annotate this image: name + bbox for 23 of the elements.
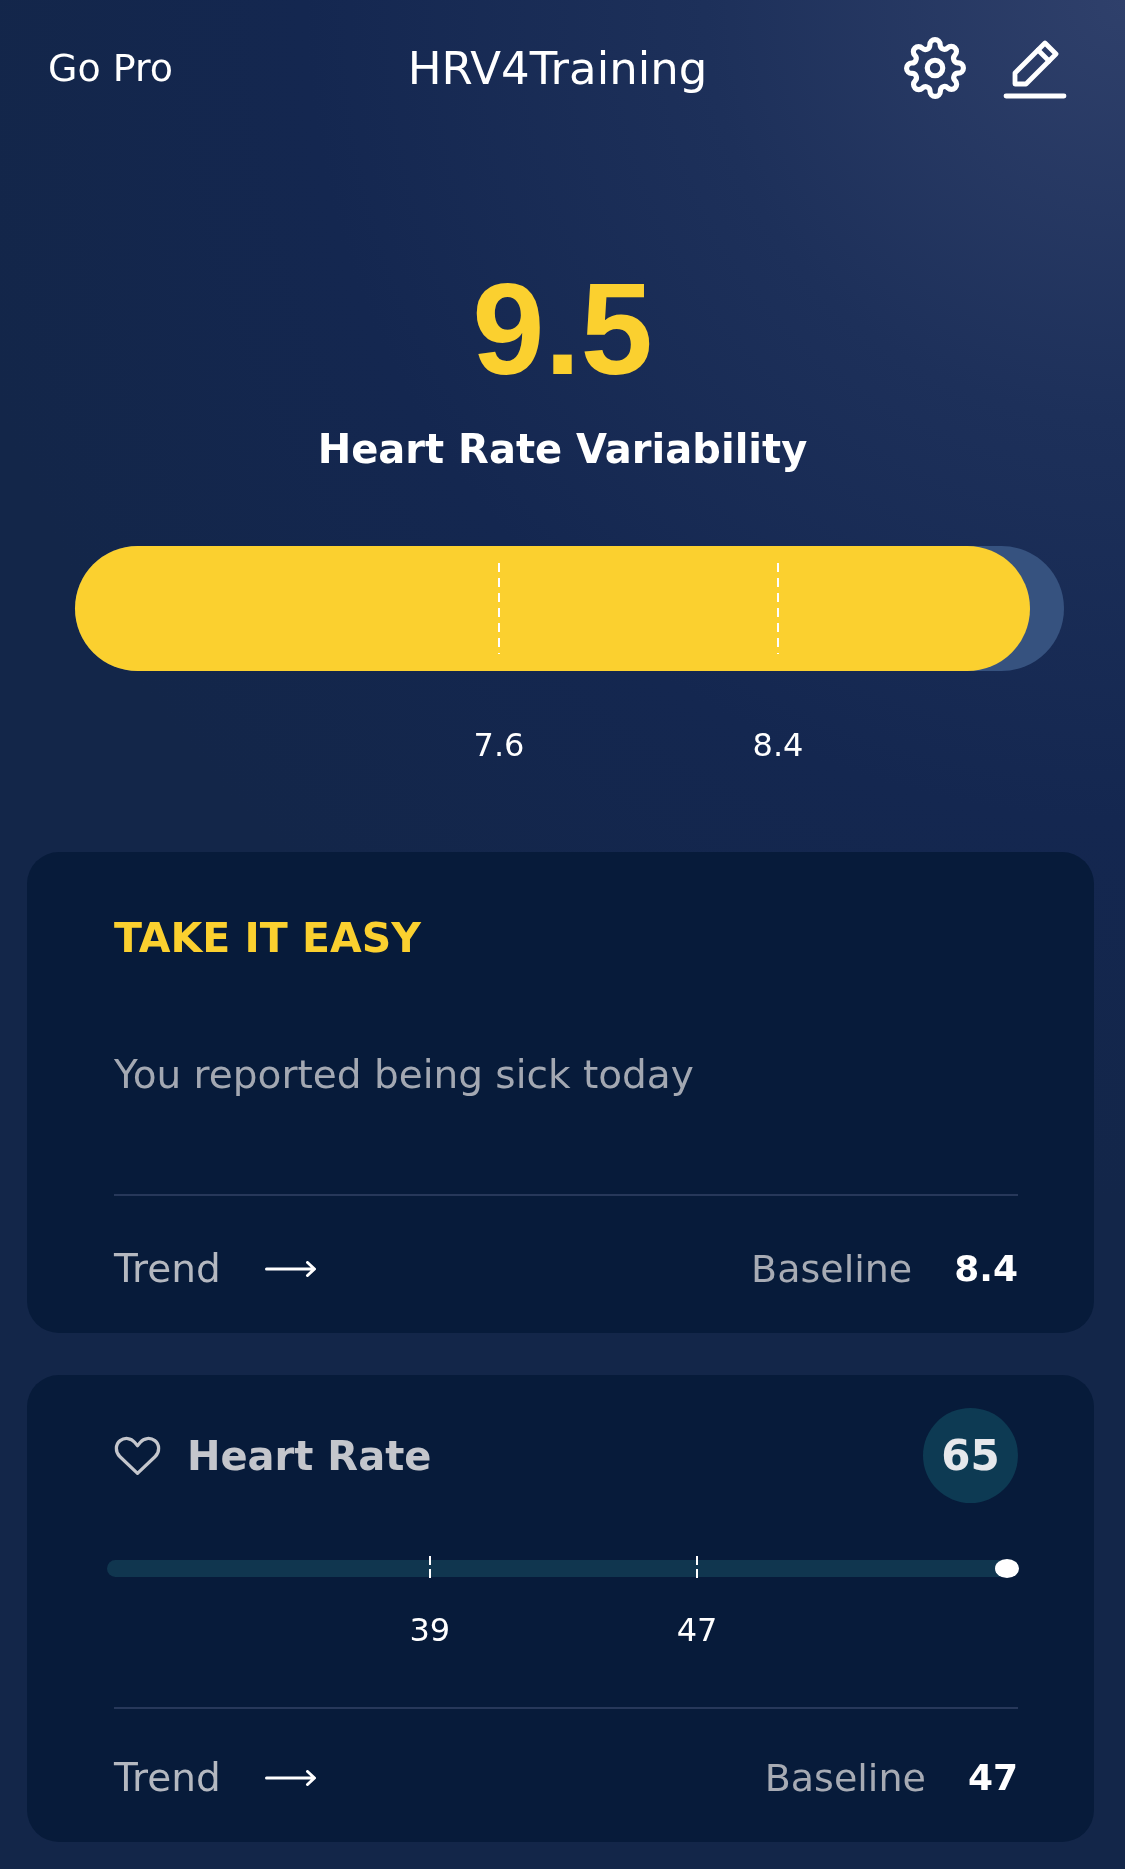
hrv-value: 9.5 — [472, 264, 653, 394]
arrow-right-icon — [264, 1769, 317, 1786]
heart-rate-title: Heart Rate — [187, 1435, 432, 1476]
baseline-label: Baseline — [751, 1249, 913, 1288]
advice-message: You reported being sick today — [114, 1055, 694, 1094]
trend-label: Trend — [114, 1758, 221, 1797]
range-marker-label: 47 — [676, 1614, 718, 1646]
advice-title: TAKE IT EASY — [114, 918, 422, 959]
range-marker-line — [428, 1556, 431, 1581]
settings-icon[interactable] — [904, 37, 966, 99]
app-title: HRV4Training — [407, 45, 708, 91]
go-pro-link[interactable]: Go Pro — [48, 49, 174, 87]
range-marker-label: 7.6 — [473, 729, 525, 761]
baseline-value: 47 — [967, 1759, 1018, 1796]
baseline-value: 8.4 — [954, 1250, 1018, 1287]
arrow-right-icon — [264, 1260, 317, 1277]
range-marker-label: 8.4 — [752, 729, 804, 761]
range-marker-line — [696, 1556, 699, 1581]
range-marker-label: 39 — [409, 1614, 451, 1646]
heart-rate-value: 65 — [923, 1408, 1018, 1503]
heart-icon — [114, 1435, 161, 1476]
baseline-label: Baseline — [764, 1758, 926, 1797]
trend-label: Trend — [114, 1249, 221, 1288]
